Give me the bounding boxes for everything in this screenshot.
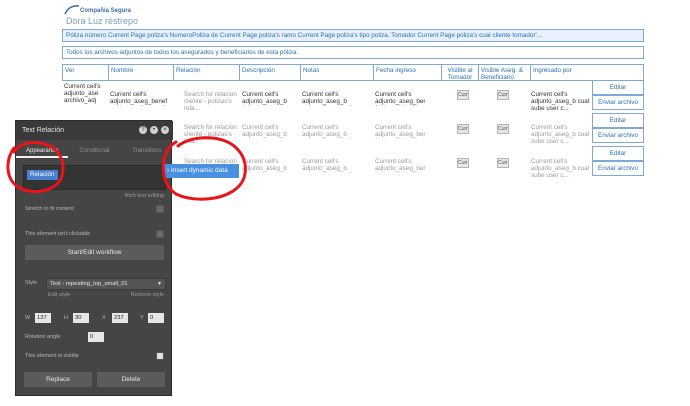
comment-icon[interactable]: • — [150, 126, 158, 134]
cell-descripcion-3: Current cell's adjunto_aseg_b descripcio… — [242, 158, 287, 173]
checkbox-visible-aseg-1[interactable]: Curr — [497, 90, 509, 100]
editar-button-3[interactable]: Editar — [592, 146, 644, 161]
text-editor[interactable]: Relación — [23, 165, 166, 190]
cell-ingresado-2: Current cell's adjunto_aseg_b cual sube … — [531, 124, 590, 145]
cell-nombre-1: Current cell's adjunto_aseg_benef cual u… — [110, 91, 171, 106]
cell-relacion-2: Search for relacion cliente - polizas's … — [184, 124, 237, 145]
editar-button-1[interactable]: Editar — [592, 80, 644, 95]
insert-dynamic-data-label: Insert dynamic data — [170, 167, 228, 174]
start-edit-workflow-button[interactable]: Start/Edit workflow — [25, 245, 164, 260]
not-clickable-checkbox[interactable] — [156, 230, 164, 238]
property-panel: Text Relación ? • × Appearance Condition… — [15, 120, 173, 396]
logo: Compañía Segura Dora Luz restrepo — [64, 4, 184, 26]
checkbox-visible-tomador-1[interactable]: Curr — [457, 90, 469, 100]
tab-transitions[interactable]: Transitions — [121, 144, 173, 158]
chevron-down-icon: ▼ — [157, 281, 162, 287]
swoosh-icon — [64, 5, 80, 15]
header-ver: Ver — [62, 64, 108, 81]
rotation-label: Rotation angle — [25, 334, 61, 340]
attachments-title-bar: Todos los archivos adjuntos de todos los… — [62, 46, 644, 59]
editar-button-2[interactable]: Editar — [592, 113, 644, 128]
rotation-input[interactable]: 0 — [88, 332, 104, 342]
x-input[interactable]: 237 — [112, 313, 128, 323]
h-label: H — [64, 315, 68, 321]
style-value: Text - repeating_top_small_01 — [50, 281, 128, 287]
cell-notas-2: Current cell's adjunto_aseg_b nota_adjun… — [302, 124, 358, 139]
logo-name: Dora Luz restrepo — [66, 16, 139, 26]
cell-notas-3: Current cell's adjunto_aseg_b nota_adjun… — [302, 158, 358, 173]
insert-dynamic-data-button[interactable]: › Insert dynamic data — [164, 164, 239, 178]
header-visible-aseg: Visible Aseg. & Beneficiario — [478, 64, 530, 81]
chevron-right-icon: › — [167, 167, 170, 174]
stretch-checkbox[interactable] — [156, 205, 164, 213]
enviar-archivo-button-2[interactable]: Enviar archivo — [592, 128, 644, 143]
delete-button[interactable]: Delete — [97, 372, 165, 387]
enviar-archivo-button-3[interactable]: Enviar archivo — [592, 161, 644, 176]
tab-conditional[interactable]: Conditional — [68, 144, 120, 158]
header-fecha: Fecha ingreso — [373, 64, 441, 81]
panel-controls: ? • × — [139, 126, 169, 134]
remove-style-link[interactable]: Remove style — [131, 292, 164, 298]
x-label: X — [102, 315, 106, 321]
enviar-archivo-button-1[interactable]: Enviar archivo — [592, 95, 644, 110]
cell-ingresado-1: Current cell's adjunto_aseg_b cual sube … — [531, 91, 590, 112]
visible-checkbox[interactable] — [156, 352, 164, 360]
panel-tabs: Appearance Conditional Transitions — [16, 144, 173, 158]
policy-info-bar: Póliza número Current Page poliza's Nume… — [62, 29, 644, 42]
cell-fecha-1: Current cell's adjunto_aseg_ber fecha su… — [375, 91, 426, 106]
cell-ingresado-3: Current cell's adjunto_aseg_b cual sube … — [531, 158, 590, 179]
checkbox-visible-tomador-2[interactable]: Curr — [457, 124, 469, 134]
bubble-editor-canvas: Compañía Segura Dora Luz restrepo Póliza… — [0, 0, 690, 406]
checkbox-visible-tomador-3[interactable]: Curr — [457, 158, 469, 168]
cell-descripcion-2: Current cell's adjunto_aseg_b descripcio… — [242, 124, 287, 139]
cell-fecha-2: Current cell's adjunto_aseg_ber fecha su… — [375, 124, 426, 139]
cell-ver-1: Current cell's adjunto_ase archivo_adj — [64, 83, 101, 104]
cell-fecha-3: Current cell's adjunto_aseg_ber fecha su… — [375, 158, 426, 173]
cell-descripcion-1: Current cell's adjunto_aseg_b descripcio… — [242, 91, 287, 106]
header-ingresado: Ingresado por — [530, 64, 644, 81]
close-icon[interactable]: × — [161, 126, 169, 134]
width-input[interactable]: 137 — [35, 313, 51, 323]
not-clickable-label: This element isn't clickable — [25, 231, 91, 237]
replace-button[interactable]: Replace — [24, 372, 92, 387]
w-label: W — [25, 315, 31, 321]
rich-text-link[interactable]: Rich text editing — [125, 193, 164, 199]
panel-title: Text Relación ? • × — [16, 121, 173, 140]
header-nombre: Nombre — [108, 64, 173, 81]
header-notas: Notas — [300, 64, 373, 81]
tab-appearance[interactable]: Appearance — [16, 144, 69, 158]
header-visible-tomador: Visible al Tomador — [441, 64, 478, 81]
header-descripcion: Descripción — [239, 64, 300, 81]
cell-notas-1: Current cell's adjunto_aseg_b nota_adjun… — [302, 91, 358, 106]
logo-company: Compañía Segura — [80, 8, 132, 14]
checkbox-visible-aseg-3[interactable]: Curr — [497, 158, 509, 168]
style-dropdown[interactable]: Text - repeating_top_small_01 ▼ — [46, 278, 166, 290]
visible-label: This element is visible — [25, 353, 79, 359]
height-input[interactable]: 30 — [73, 313, 89, 323]
help-icon[interactable]: ? — [139, 126, 147, 134]
y-label: Y — [140, 315, 144, 321]
style-label: Style — [25, 280, 38, 286]
y-input[interactable]: 0 — [148, 313, 164, 323]
checkbox-visible-aseg-2[interactable]: Curr — [497, 124, 509, 134]
header-relacion: Relación — [173, 64, 239, 81]
panel-title-text: Text Relación — [22, 127, 65, 134]
dynamic-expression-chip[interactable]: Relación — [27, 170, 58, 180]
edit-style-link[interactable]: Edit style — [48, 292, 70, 298]
cell-relacion-1: Search for relacion cliente - polizas's … — [184, 91, 237, 112]
stretch-label: Stretch to fit content — [25, 206, 74, 212]
